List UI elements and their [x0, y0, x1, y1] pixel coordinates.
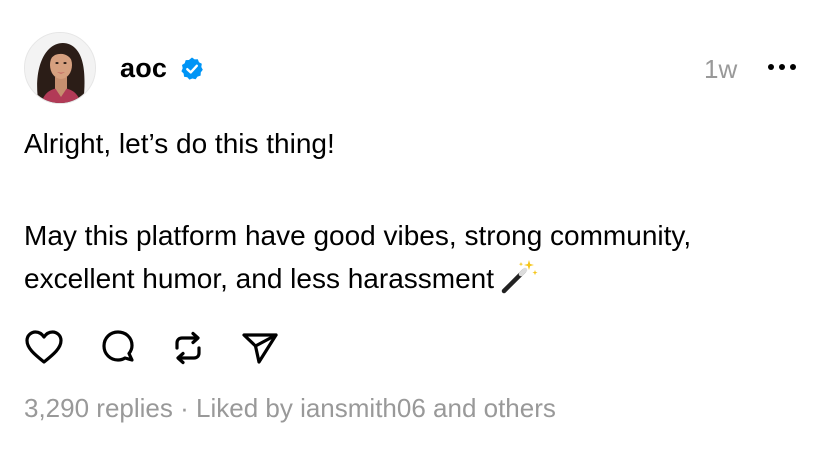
post-stats: 3,290 replies · Liked by iansmith06 and …	[24, 390, 556, 426]
liked-by[interactable]: Liked by iansmith06 and others	[196, 393, 556, 423]
username[interactable]: aoc	[120, 52, 167, 84]
heart-icon[interactable]	[22, 326, 66, 370]
post-text-line: May this platform have good vibes, stron…	[24, 220, 692, 251]
post-time: 1w	[704, 54, 738, 84]
separator: ·	[172, 393, 196, 423]
post-text-span: excellent humor, and less harassment	[24, 263, 495, 294]
action-bar	[0, 326, 400, 370]
comment-icon[interactable]	[96, 326, 140, 370]
magic-wand-icon	[501, 260, 538, 294]
verified-badge-icon	[181, 57, 203, 80]
post-text-line: excellent humor, and less harassment	[24, 258, 804, 299]
repost-icon[interactable]	[166, 326, 210, 370]
post-text-line: Alright, let’s do this thing!	[24, 128, 335, 159]
share-icon[interactable]	[238, 326, 282, 370]
avatar-image	[25, 33, 95, 103]
thread-post: aoc 1w Alright, let’s do this thing! May…	[0, 0, 828, 454]
avatar[interactable]	[24, 32, 96, 104]
replies-count[interactable]: 3,290 replies	[24, 393, 173, 423]
more-dots-icon[interactable]	[766, 55, 798, 79]
